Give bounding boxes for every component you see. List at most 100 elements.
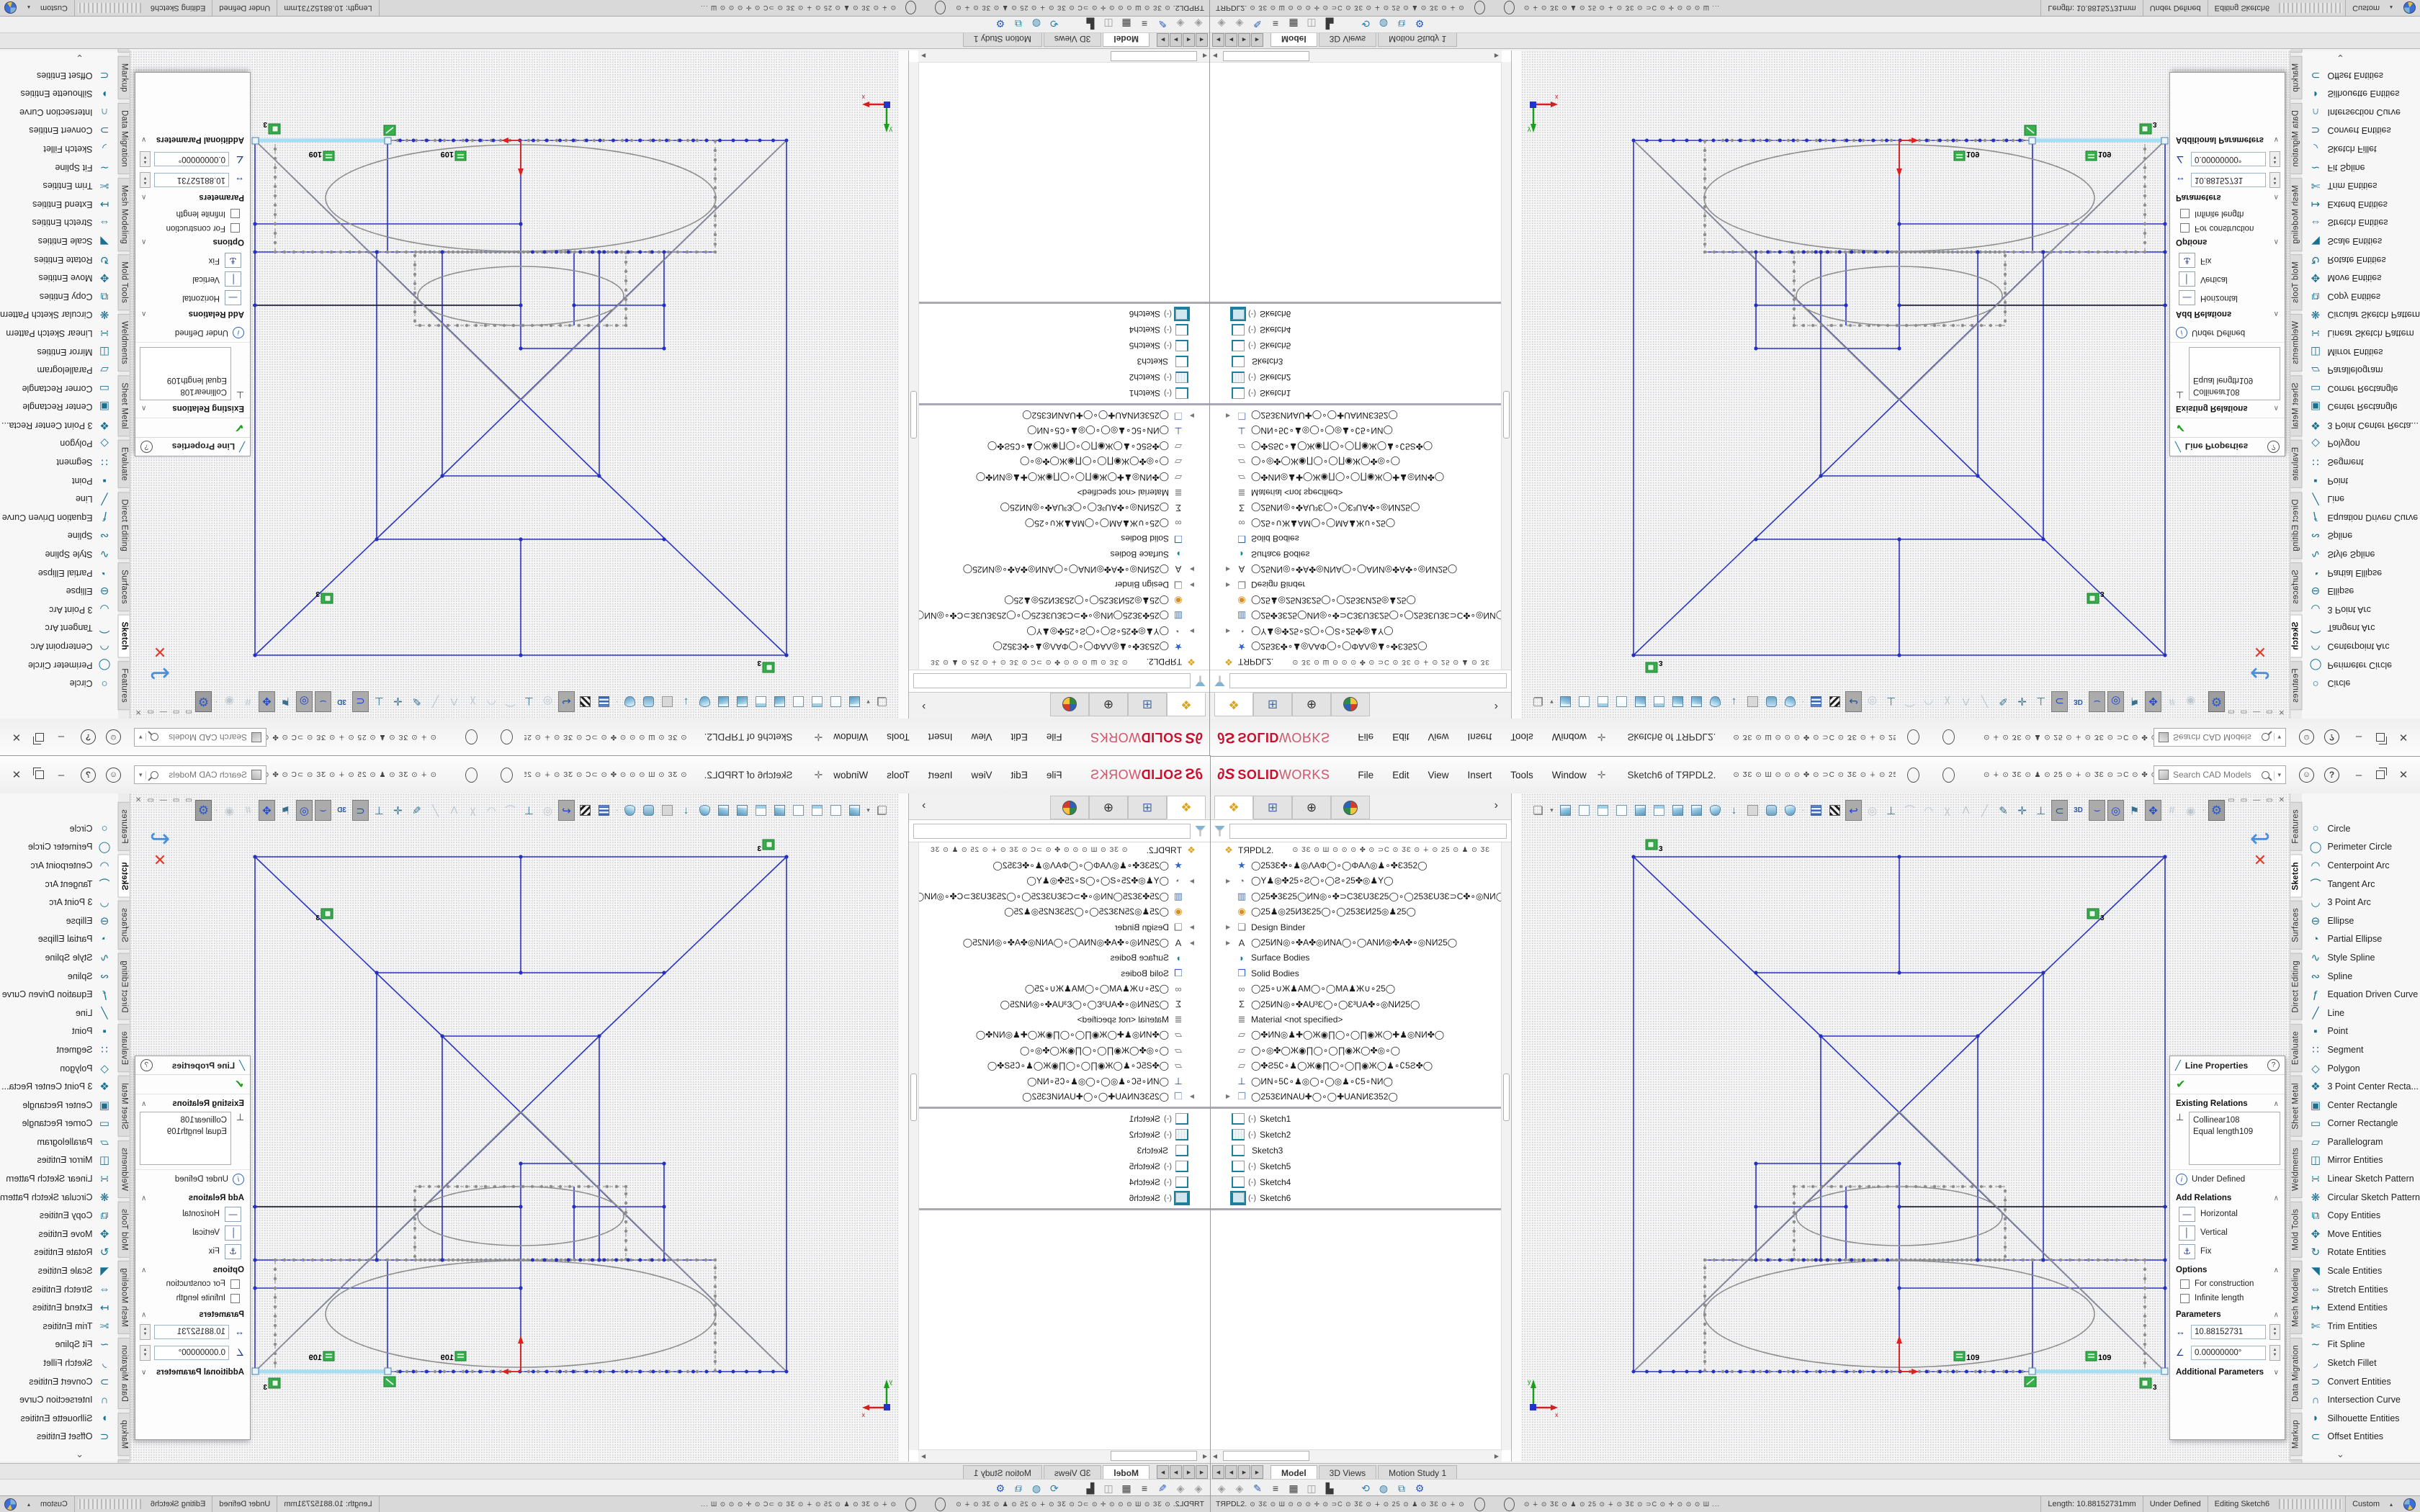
tool-item[interactable]: ⌒ Tangent Arc	[0, 875, 118, 894]
tree-pane-splitter[interactable]	[1210, 1107, 1502, 1109]
tool-item[interactable]: ∿ Style Spline	[2302, 545, 2420, 564]
command-tab[interactable]: Markup	[118, 1413, 130, 1456]
section-options[interactable]: Options∧	[135, 1261, 250, 1277]
toolbar-icon[interactable]: #	[2164, 691, 2180, 712]
section-options[interactable]: Options∧	[135, 235, 250, 251]
toolbar-icon[interactable]: ↓	[678, 800, 694, 821]
bottom-toolbar-icon[interactable]: ◈	[1191, 18, 1206, 30]
angle-spinner[interactable]: ▲▼	[2269, 1345, 2280, 1361]
tree-item[interactable]: ▶ ◔ ◯Y♟◎✤25∘Ƨ◯∘◯Ƨ∘25✤◎♟Y◯	[1210, 624, 1502, 639]
model-tab[interactable]: 3D Views	[1044, 1465, 1101, 1480]
toolbar-icon[interactable]	[1613, 800, 1630, 821]
tool-item[interactable]: ◠ Centerpoint Arc	[0, 856, 118, 875]
tool-item[interactable]: ∼ Fit Spline	[0, 158, 118, 177]
tree-item[interactable]: ★ ◯253Ɛ✤∘♟◎ΛАΦ◯∘◯ΦАΛ◎♟∘✤Ɛ352◯	[918, 639, 1210, 654]
command-tab[interactable]: Weldments	[2290, 314, 2302, 372]
tool-item[interactable]: ⊂ Offset Entities	[2302, 1428, 2420, 1446]
sketch-tree-item[interactable]: (-) Sketch2	[918, 1127, 1210, 1143]
toolbar-icon[interactable]: ⚑	[2126, 691, 2143, 712]
model-tab[interactable]: 3D Views	[1319, 1465, 1376, 1480]
toolbar-icon[interactable]	[577, 691, 593, 712]
command-tab[interactable]: Data Migration	[2290, 1338, 2302, 1409]
toolbar-icon[interactable]	[1763, 800, 1780, 821]
toolbar-icon[interactable]	[696, 691, 713, 712]
scrollbar-thumb[interactable]	[1111, 1451, 1197, 1461]
toolbar-icon[interactable]: ·	[614, 800, 619, 821]
toolbar-icon[interactable]	[1576, 691, 1592, 712]
restore-button[interactable]	[29, 733, 50, 742]
tree-item[interactable]: ≣ Material <not specified>	[1210, 1012, 1502, 1027]
sketch-tree-item[interactable]: (-) Sketch4	[1210, 1174, 1502, 1190]
toolbar-icon[interactable]: ⊥	[371, 800, 387, 821]
status-globe-icon[interactable]	[4, 1498, 17, 1511]
cancel-sketch-icon[interactable]: ✕	[137, 851, 183, 870]
length-spinner[interactable]: ▲▼	[140, 173, 151, 189]
tree-item[interactable]: ▶ ❏ Design Binder	[1210, 577, 1502, 593]
tree-vertical-scrollbar[interactable]	[909, 62, 919, 670]
tool-item[interactable]: ◇ Polygon	[2302, 435, 2420, 454]
doc-window-button[interactable]: ▭	[2241, 708, 2247, 716]
tool-item[interactable]: ◥ Scale Entities	[0, 1261, 118, 1280]
command-tab[interactable]: Surfaces	[2290, 901, 2302, 950]
line-endpoint-handle[interactable]	[2029, 138, 2035, 144]
tool-item[interactable]: ⧉ Copy Entities	[2302, 287, 2420, 306]
toolbar-icon[interactable]	[659, 800, 676, 821]
add-vertical-button[interactable]: │ Vertical	[135, 1223, 250, 1242]
toolbar-icon[interactable]: ◠	[483, 691, 500, 712]
tree-item[interactable]: ▱ ◯✤Ƨ5∁∘♟◯Ж◉∏◯∘◯∏◉Ж◯♟∘∁5Ƨ✤◯	[918, 438, 1210, 454]
exit-sketch-icon[interactable]: ↩	[137, 662, 183, 684]
ok-button[interactable]: ✔	[135, 1075, 250, 1094]
tree-item[interactable]: Σ ◯25ИΝ◎∘✤АU³Ɛ◯∘◯Ɛ³UА✤∘◎ΝИ25◯	[1210, 996, 1502, 1012]
sketch-tree-item[interactable]: (-) Sketch1	[918, 1111, 1210, 1127]
scroll-more-icon[interactable]: ⌄	[2336, 1449, 2344, 1460]
toolbar-icon[interactable]	[1651, 691, 1667, 712]
relations-listbox[interactable]: Collinear108 Equal length109	[140, 347, 231, 400]
restore-button[interactable]	[2370, 733, 2391, 742]
length-input[interactable]: 10.88152731	[2191, 1325, 2266, 1339]
bottom-toolbar-icon[interactable]: ◈	[1191, 1482, 1206, 1495]
toolbar-icon[interactable]: ◎	[2107, 800, 2124, 821]
tree-item[interactable]: ❖ TЯPDL2. ⊙ ӠƐ ⊙ Ш ⊙ ⊙ ⊙ ✤ ⊙ ⊃C ⊙ ӠƐ ⊙ ∔…	[1210, 842, 1502, 858]
toolbar-icon[interactable]: ╱	[427, 800, 444, 821]
doc-window-button[interactable]: ✕	[135, 708, 141, 716]
tool-item[interactable]: ⇔ Stretch Entities	[0, 1280, 118, 1299]
tool-item[interactable]: ❋ Circular Sketch Pattern	[0, 1188, 118, 1207]
command-tab[interactable]: Sheet Metal	[118, 1076, 130, 1137]
command-tab[interactable]: Sheet Metal	[118, 375, 130, 436]
toolbar-icon[interactable]: ⊥	[371, 691, 387, 712]
close-button[interactable]: ✕	[2391, 731, 2416, 744]
tree-item[interactable]: ≣ Material <not specified>	[1210, 485, 1502, 500]
command-tab[interactable]: Direct Editing	[118, 492, 130, 559]
toolbar-icon[interactable]: ╱	[427, 691, 444, 712]
tool-item[interactable]: ⌒ Tangent Arc	[2302, 619, 2420, 638]
tree-item[interactable]: ⊥ ◯ИΝ∘5∁∘♟◎◯∘◯◎♟∘∁5∘ΝИ◯	[1210, 1074, 1502, 1089]
tool-item[interactable]: ❖ 3 Point Center Recta...	[2302, 416, 2420, 435]
toolbar-icon[interactable]: χ	[465, 691, 481, 712]
checkbox-icon[interactable]	[2180, 210, 2190, 219]
tool-item[interactable]: ∿ Style Spline	[0, 948, 118, 967]
doc-window-button[interactable]: —	[2253, 796, 2260, 804]
tree-pane-splitter[interactable]	[1210, 1208, 1502, 1210]
tree-item[interactable]: ❒ Solid Bodies	[1210, 966, 1502, 981]
bottom-toolbar-icon[interactable]: ≡	[1268, 18, 1283, 30]
tree-item[interactable]: ❖ TЯPDL2. ⊙ ӠƐ ⊙ Ш ⊙ ⊙ ⊙ ✤ ⊙ ⊃C ⊙ ӠƐ ⊙ ∔…	[918, 654, 1210, 670]
toolbar-icon[interactable]: ✎	[1995, 800, 2012, 821]
tool-item[interactable]: ↦ Extend Entities	[2302, 1298, 2420, 1317]
tree-item[interactable]: ❖ TЯPDL2. ⊙ ӠƐ ⊙ Ш ⊙ ⊙ ⊙ ✤ ⊙ ⊃C ⊙ ӠƐ ⊙ ∔…	[918, 842, 1210, 858]
toolbar-icon[interactable]: ·	[214, 800, 219, 821]
expand-arrow-icon[interactable]: ▶	[1185, 924, 1194, 930]
bottom-toolbar-icon[interactable]: ✎	[1250, 1482, 1265, 1495]
tree-item[interactable]: ▱ ◯∘◎✤◯Ж◉∏◯∘◯∏◉Ж◯✤◎∘◯	[1210, 454, 1502, 469]
tool-item[interactable]: ○ Circle	[2302, 819, 2420, 838]
tool-item[interactable]: ◯ Perimeter Circle	[2302, 838, 2420, 857]
bottom-toolbar-icon[interactable]: ▦	[1119, 18, 1134, 30]
filter-input[interactable]	[913, 824, 1191, 839]
search-icon[interactable]	[2262, 734, 2269, 742]
relation-item[interactable]: Equal length109	[2193, 1126, 2276, 1138]
doc-window-button[interactable]: ▭	[2266, 708, 2272, 716]
tree-item[interactable]: ▶ ◔ ◯Y♟◎✤25∘Ƨ◯∘◯Ƨ∘25✤◎♟Y◯	[1210, 873, 1502, 888]
scroll-more-icon[interactable]: ⌄	[2336, 52, 2344, 63]
tool-item[interactable]: ⌒ Tangent Arc	[2302, 875, 2420, 894]
section-add-relations[interactable]: Add Relations∧	[2170, 1189, 2285, 1205]
toolbar-icon[interactable]: ⚑	[277, 800, 294, 821]
